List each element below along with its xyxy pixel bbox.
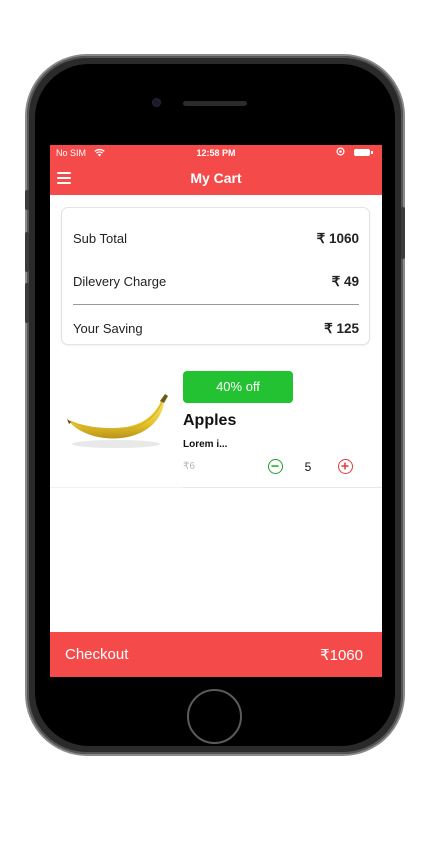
sub-total-row: Sub Total ₹ 1060 [73, 231, 359, 251]
app-screen: No SIM 12:58 PM My Cart Sub Total ₹ 1060… [50, 145, 382, 677]
status-bar: No SIM 12:58 PM [50, 145, 382, 161]
cart-summary-card: Sub Total ₹ 1060 Dilevery Charge ₹ 49 Yo… [61, 207, 370, 345]
summary-divider [73, 304, 359, 305]
decrease-quantity-button[interactable] [268, 459, 283, 474]
speaker-grille [183, 101, 247, 106]
location-icon [336, 147, 345, 158]
product-description: Lorem i... [183, 439, 228, 450]
quantity-value: 5 [304, 460, 312, 474]
product-divider-left [50, 487, 183, 488]
banana-image [64, 392, 170, 452]
checkout-label: Checkout [65, 646, 129, 663]
discount-badge: 40% off [183, 371, 293, 403]
saving-label: Your Saving [73, 321, 143, 336]
product-name: Apples [183, 412, 237, 429]
battery-icon [354, 149, 373, 156]
increase-quantity-button[interactable] [338, 459, 353, 474]
product-price: ₹6 [183, 461, 195, 472]
power-button [401, 207, 405, 259]
checkout-total: ₹1060 [320, 647, 363, 664]
home-button[interactable] [187, 689, 242, 744]
volume-up-button [25, 232, 29, 272]
page: No SIM 12:58 PM My Cart Sub Total ₹ 1060… [0, 0, 428, 859]
checkout-button[interactable]: Checkout ₹1060 [50, 632, 382, 677]
sub-total-label: Sub Total [73, 231, 127, 246]
delivery-charge-value: ₹ 49 [331, 274, 359, 289]
product-divider [183, 487, 382, 488]
camera-icon [152, 98, 161, 107]
page-title: My Cart [190, 170, 242, 186]
mute-switch [25, 190, 29, 210]
delivery-charge-row: Dilevery Charge ₹ 49 [73, 274, 359, 294]
status-time: 12:58 PM [196, 148, 236, 158]
saving-value: ₹ 125 [324, 321, 359, 336]
saving-row: Your Saving ₹ 125 [73, 321, 359, 341]
sub-total-value: ₹ 1060 [316, 231, 359, 246]
nav-bar: My Cart [50, 161, 382, 195]
delivery-charge-label: Dilevery Charge [73, 274, 167, 289]
volume-down-button [25, 283, 29, 323]
